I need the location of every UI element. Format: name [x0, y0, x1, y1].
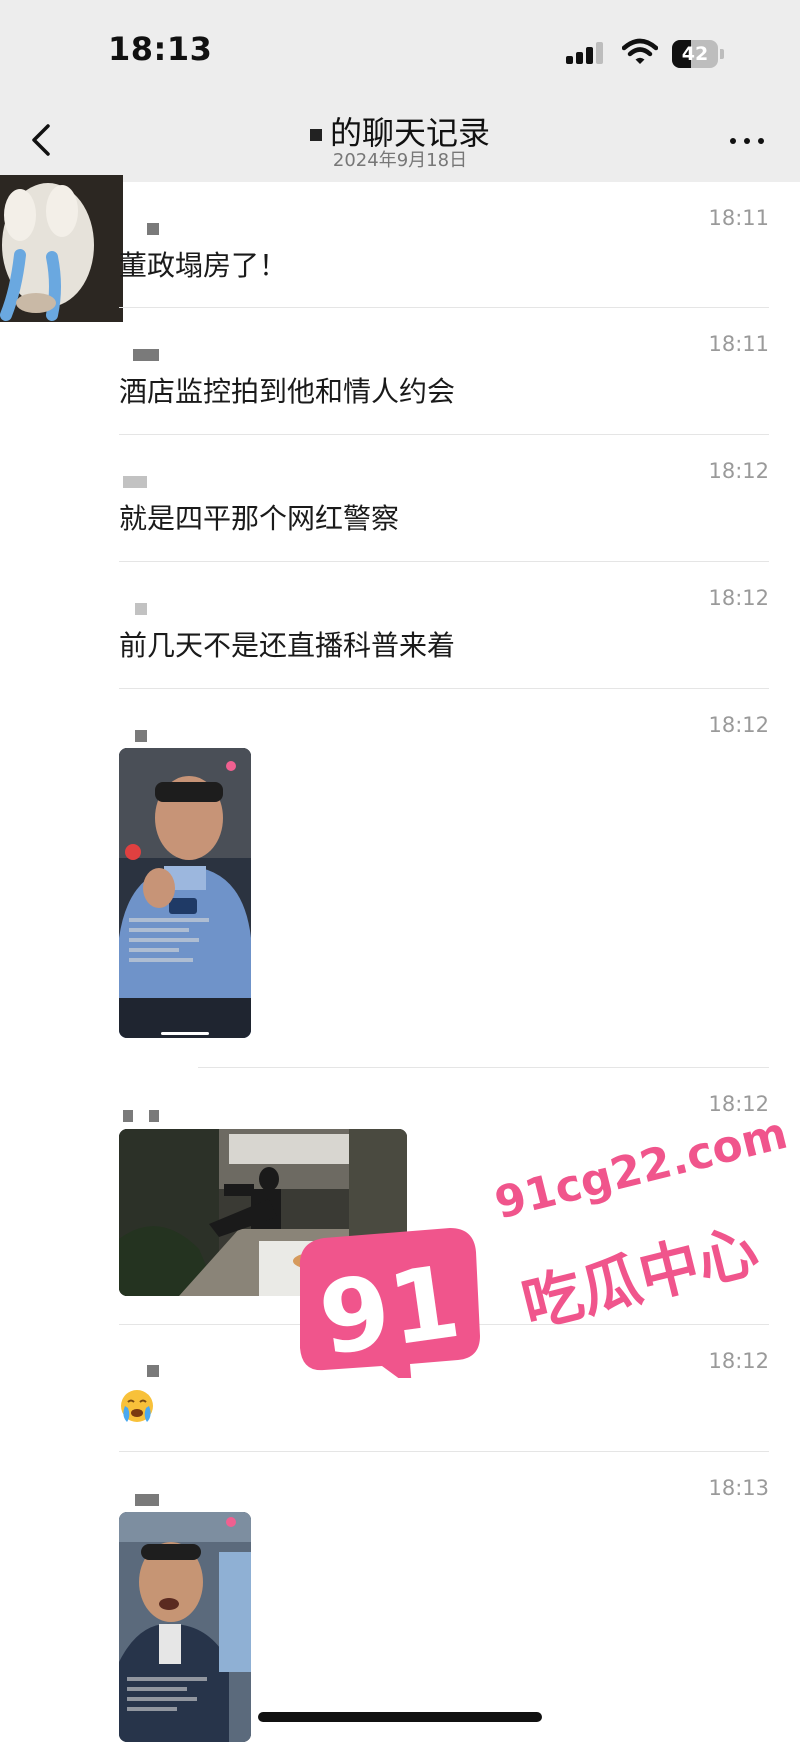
video-thumbnail[interactable]: [119, 748, 251, 1038]
message-text[interactable]: 就是四平那个网红警察: [119, 497, 399, 537]
chat-header: 18:13 42 的聊天记录 2024年9月18日: [0, 0, 800, 182]
message-item[interactable]: 18:12: [119, 1068, 769, 1324]
message-time: 18:12: [708, 459, 769, 483]
crying-face-emoji-icon: [121, 1390, 153, 1422]
redacted-sender: [147, 1365, 159, 1377]
message-time: 18:13: [708, 1476, 769, 1500]
message-item[interactable]: 18:12: [119, 689, 769, 1067]
battery-level: 42: [681, 43, 709, 65]
message-list[interactable]: 18:11 董政塌房了！ 18:11 酒店监控拍到他和情人约会 18:12 就是…: [0, 182, 800, 1742]
livestream-thumbnail: [119, 1512, 251, 1742]
redacted-sender: [135, 1494, 159, 1506]
message-text[interactable]: 董政塌房了！: [119, 244, 287, 284]
wifi-icon: [622, 38, 658, 64]
battery-icon: 42: [672, 40, 724, 68]
message-time: 18:11: [708, 332, 769, 356]
message-item[interactable]: 18:11 董政塌房了！: [119, 182, 769, 307]
signal-icon: [566, 42, 606, 64]
message-text[interactable]: 前几天不是还直播科普来着: [119, 624, 455, 664]
message-item[interactable]: 18:13: [119, 1452, 769, 1742]
message-time: 18:11: [708, 206, 769, 230]
home-indicator[interactable]: [258, 1712, 542, 1722]
video-thumbnail[interactable]: [119, 1512, 251, 1742]
more-button[interactable]: [724, 126, 772, 156]
message-item[interactable]: 18:11 酒店监控拍到他和情人约会: [119, 308, 769, 434]
message-item[interactable]: 18:12 就是四平那个网红警察: [119, 435, 769, 561]
redacted-name: [309, 129, 322, 141]
message-time: 18:12: [708, 1092, 769, 1116]
redacted-sender: [123, 476, 147, 488]
message-time: 18:12: [708, 713, 769, 737]
message-item[interactable]: 18:12: [119, 1325, 769, 1451]
message-text[interactable]: 酒店监控拍到他和情人约会: [119, 370, 455, 410]
redacted-sender: [133, 349, 159, 361]
redacted-sender: [135, 730, 147, 742]
status-time: 18:13: [108, 30, 213, 68]
redacted-sender: [147, 223, 159, 235]
hotel-cctv-thumbnail: [119, 1129, 407, 1296]
message-item[interactable]: 18:12 前几天不是还直播科普来着: [119, 562, 769, 688]
message-time: 18:12: [708, 1349, 769, 1373]
redacted-sender: [135, 603, 147, 615]
redacted-sender: [149, 1110, 159, 1122]
police-livestream-thumbnail: [119, 748, 251, 1038]
redacted-sender: [123, 1110, 133, 1122]
chat-date: 2024年9月18日: [332, 150, 468, 171]
message-time: 18:12: [708, 586, 769, 610]
video-thumbnail[interactable]: [119, 1129, 407, 1296]
more-icon: [730, 138, 736, 144]
